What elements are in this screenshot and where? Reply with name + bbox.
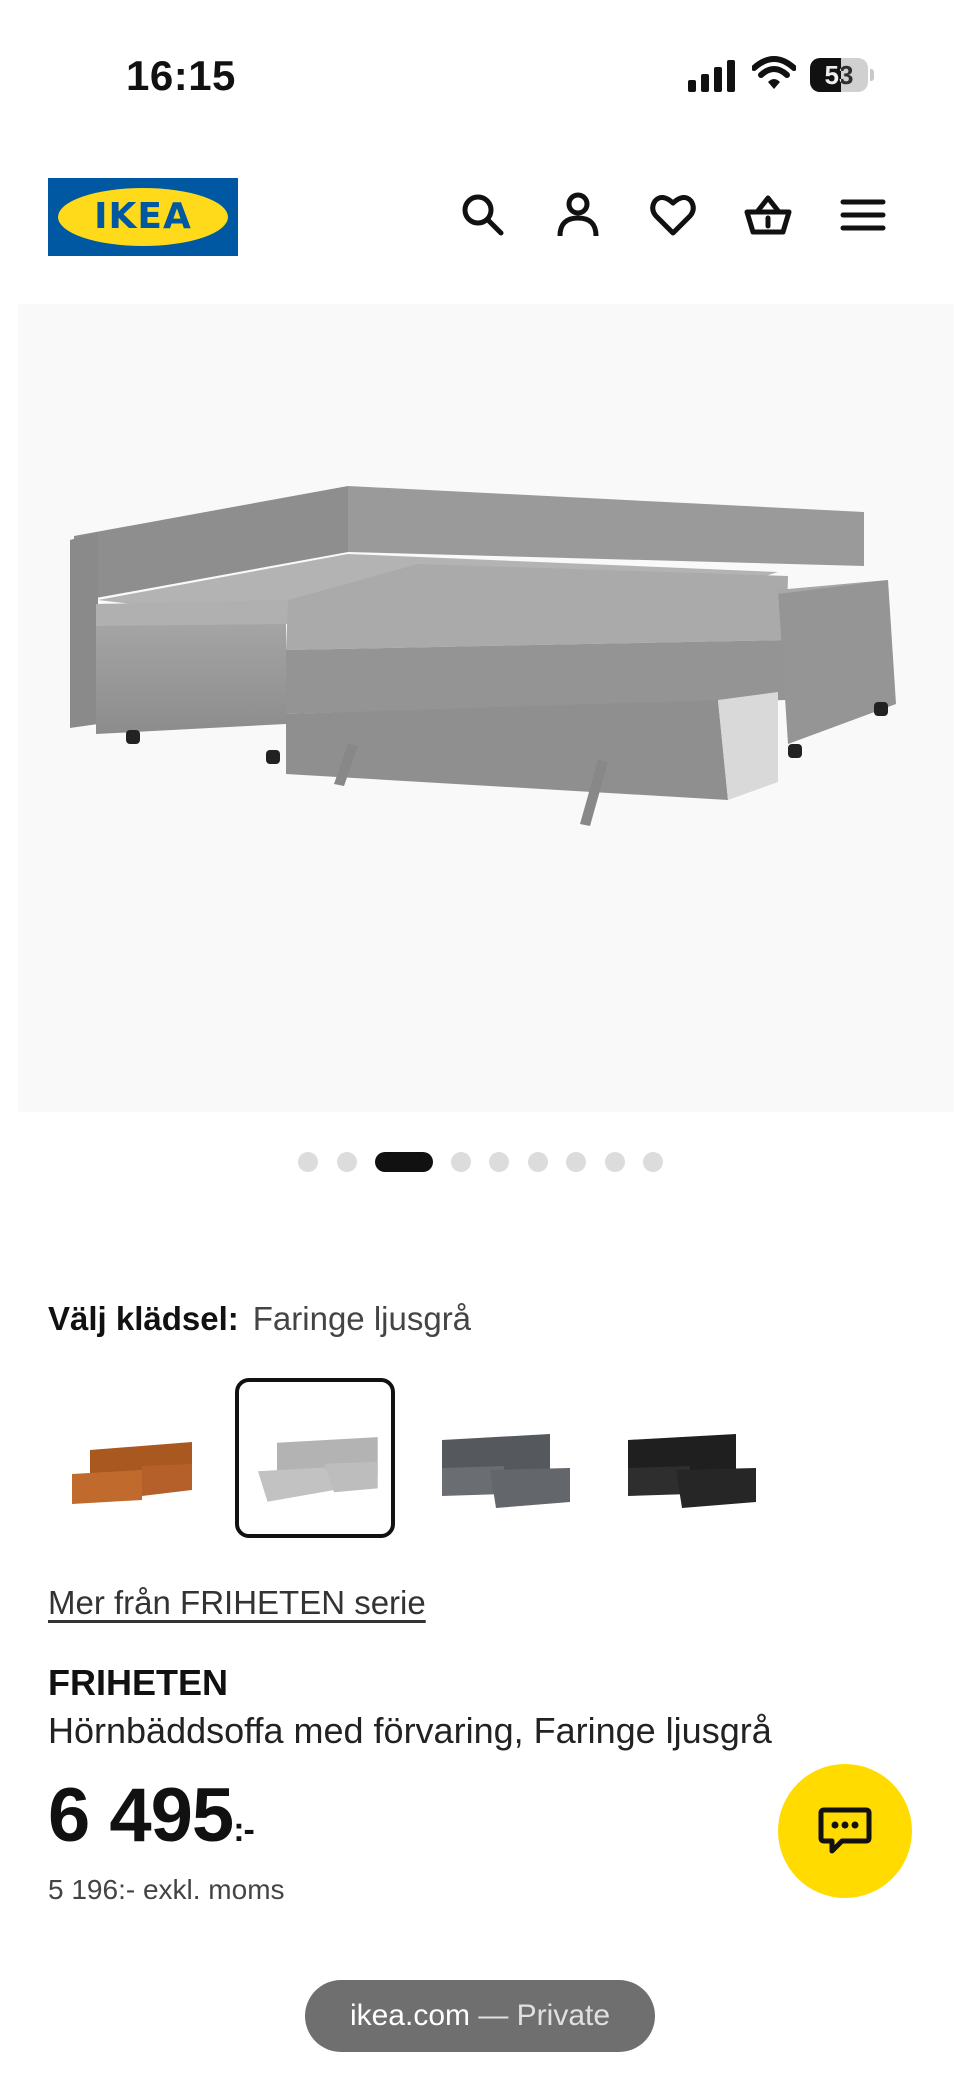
site-header: IKEA bbox=[0, 160, 960, 270]
chat-button[interactable] bbox=[778, 1764, 912, 1898]
cart-icon[interactable] bbox=[743, 190, 793, 240]
swatch-dark-grey[interactable] bbox=[424, 1378, 584, 1538]
price-value: 6 495 bbox=[48, 1773, 234, 1858]
product-image bbox=[70, 486, 896, 826]
product-image-gallery[interactable] bbox=[18, 304, 954, 1112]
battery-level: 53 bbox=[824, 60, 854, 90]
swatch-black[interactable] bbox=[610, 1378, 770, 1538]
browser-url-bar[interactable]: ikea.com — Private bbox=[305, 1980, 655, 2052]
carousel-dot[interactable] bbox=[605, 1152, 625, 1172]
carousel-dot[interactable] bbox=[337, 1152, 357, 1172]
battery-icon: 53 bbox=[810, 58, 874, 92]
carousel-dot-active[interactable] bbox=[375, 1152, 433, 1172]
url-domain: ikea.com bbox=[349, 1999, 470, 2032]
product-price: 6 495:- bbox=[48, 1772, 255, 1859]
carousel-dot[interactable] bbox=[298, 1152, 318, 1172]
product-name: FRIHETEN bbox=[48, 1662, 228, 1703]
carousel-dot[interactable] bbox=[451, 1152, 471, 1172]
swatch-light-grey[interactable] bbox=[235, 1378, 395, 1538]
logo-text: IKEA bbox=[94, 196, 192, 237]
sofa-thumbnail bbox=[258, 1437, 378, 1502]
status-time: 16:15 bbox=[126, 52, 236, 99]
heart-icon[interactable] bbox=[648, 190, 698, 240]
ikea-logo[interactable]: IKEA bbox=[48, 178, 238, 256]
menu-icon[interactable] bbox=[838, 190, 888, 240]
price-excl-vat: 5 196:- exkl. moms bbox=[48, 1874, 285, 1905]
series-link[interactable]: Mer från FRIHETEN serie bbox=[48, 1584, 426, 1622]
upholstery-selected-value: Faringe ljusgrå bbox=[252, 1300, 472, 1337]
carousel-dot[interactable] bbox=[528, 1152, 548, 1172]
product-description: Hörnbäddsoffa med förvaring, Faringe lju… bbox=[48, 1710, 772, 1751]
search-icon[interactable] bbox=[458, 190, 508, 240]
carousel-dot[interactable] bbox=[489, 1152, 509, 1172]
sofa-thumbnail bbox=[442, 1434, 570, 1508]
chat-icon bbox=[818, 1807, 872, 1854]
upholstery-label: Välj klädsel: bbox=[48, 1300, 239, 1337]
signal-icon bbox=[688, 60, 735, 92]
status-bar: 16:15 53 bbox=[0, 0, 960, 140]
private-mode-label: Private bbox=[516, 1999, 611, 2032]
price-suffix: :- bbox=[233, 1811, 255, 1849]
url-separator: — bbox=[470, 1999, 517, 2032]
carousel-dot[interactable] bbox=[643, 1152, 663, 1172]
sofa-thumbnail bbox=[628, 1434, 756, 1508]
sofa-thumbnail bbox=[72, 1442, 192, 1504]
wifi-icon bbox=[752, 56, 796, 89]
swatch-brown[interactable] bbox=[50, 1378, 210, 1538]
carousel-pagination bbox=[0, 1150, 960, 1174]
carousel-dot[interactable] bbox=[566, 1152, 586, 1172]
upholstery-selector-heading: Välj klädsel: Faringe ljusgrå bbox=[48, 1300, 471, 1338]
account-icon[interactable] bbox=[553, 190, 603, 240]
